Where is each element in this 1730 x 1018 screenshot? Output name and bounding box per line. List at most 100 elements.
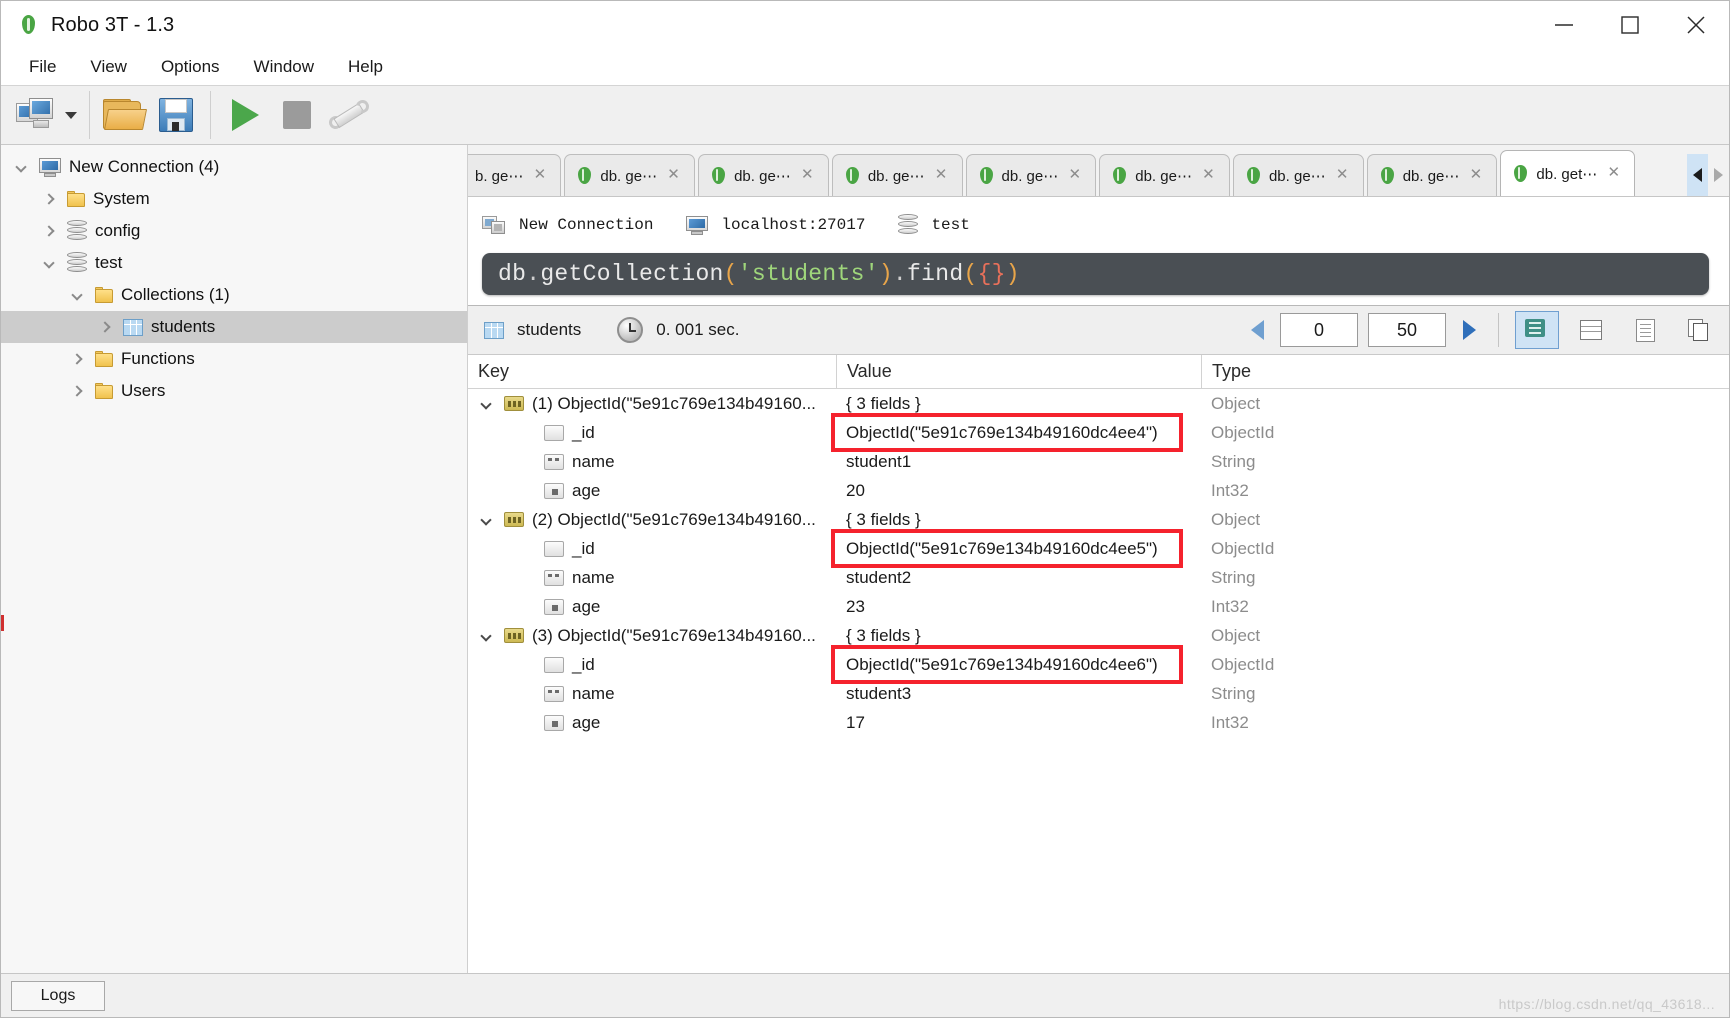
- cell-type: String: [1211, 567, 1256, 587]
- tab-active[interactable]: db. get⋯ ✕: [1500, 150, 1636, 196]
- tab-item[interactable]: db. ge⋯ ✕: [1366, 154, 1498, 196]
- host-segment[interactable]: localhost:27017: [686, 215, 865, 235]
- key-label: age: [572, 596, 601, 616]
- chevron-right-icon[interactable]: [95, 317, 115, 337]
- table-row[interactable]: name student1 String: [468, 447, 1729, 476]
- tab-item[interactable]: db. ge⋯ ✕: [1232, 154, 1364, 196]
- chevron-down-icon[interactable]: [67, 285, 87, 305]
- close-icon[interactable]: ✕: [666, 167, 681, 183]
- column-header-key[interactable]: Key: [468, 355, 836, 389]
- chevron-down-icon[interactable]: [476, 394, 496, 414]
- sidebar-item-new-connection-4[interactable]: New Connection (4): [1, 151, 467, 183]
- table-row[interactable]: age 20 Int32: [468, 476, 1729, 505]
- chevron-right-icon[interactable]: [67, 349, 87, 369]
- chevron-down-icon[interactable]: [476, 510, 496, 530]
- cell-value: { 3 fields }: [846, 625, 921, 645]
- row-spacer: [516, 539, 536, 559]
- sidebar-item-system[interactable]: System: [1, 183, 467, 215]
- copy-button[interactable]: [1677, 311, 1721, 349]
- text-view-button[interactable]: [1623, 311, 1667, 349]
- sidebar-item-users[interactable]: Users: [1, 375, 467, 407]
- connect-button[interactable]: [9, 89, 61, 141]
- mongodb-leaf-icon: [845, 167, 859, 184]
- chevron-down-icon[interactable]: [11, 157, 31, 177]
- menu-view[interactable]: View: [76, 53, 141, 81]
- logs-button[interactable]: Logs: [11, 980, 105, 1011]
- next-page-button[interactable]: [1456, 315, 1482, 345]
- cell-value: 17: [846, 712, 865, 732]
- table-row[interactable]: name student2 String: [468, 563, 1729, 592]
- close-icon[interactable]: ✕: [1606, 165, 1621, 181]
- scroll-tabs-right-icon[interactable]: [1708, 154, 1729, 196]
- prev-page-button[interactable]: [1244, 315, 1270, 345]
- chevron-down-icon[interactable]: [476, 626, 496, 646]
- sidebar-item-collections-1[interactable]: Collections (1): [1, 279, 467, 311]
- tab-item[interactable]: db. ge⋯ ✕: [698, 154, 829, 196]
- minimize-icon[interactable]: [1531, 1, 1597, 49]
- limit-input[interactable]: 50: [1368, 313, 1446, 347]
- open-script-button[interactable]: [98, 89, 150, 141]
- options-button[interactable]: [323, 89, 375, 141]
- sidebar-item-label: students: [151, 317, 216, 336]
- database-segment[interactable]: test: [898, 214, 970, 236]
- sidebar-item-config[interactable]: config: [1, 215, 467, 247]
- table-view-icon: [1580, 320, 1602, 340]
- cell-key: (2) ObjectId("5e91c769e134b49160...: [468, 510, 836, 530]
- close-icon[interactable]: [1663, 1, 1729, 49]
- column-header-type[interactable]: Type: [1201, 355, 1729, 389]
- connect-dropdown[interactable]: [61, 89, 81, 141]
- tab-item[interactable]: db. ge⋯ ✕: [1099, 154, 1230, 196]
- row-spacer: [516, 684, 536, 704]
- table-row[interactable]: age 17 Int32: [468, 708, 1729, 737]
- column-header-value[interactable]: Value: [836, 355, 1201, 389]
- menu-file[interactable]: File: [15, 53, 70, 81]
- tab-item[interactable]: db. ge⋯ ✕: [564, 154, 696, 196]
- menu-window[interactable]: Window: [240, 53, 328, 81]
- close-icon[interactable]: ✕: [800, 167, 815, 183]
- object-icon: [504, 628, 524, 643]
- menu-help[interactable]: Help: [334, 53, 397, 81]
- table-row[interactable]: _id ObjectId("5e91c769e134b49160dc4ee5") O…: [468, 534, 1729, 563]
- maximize-icon[interactable]: [1597, 1, 1663, 49]
- mongodb-leaf-icon: [979, 167, 993, 184]
- table-row[interactable]: (1) ObjectId("5e91c769e134b49160... { 3 f…: [468, 389, 1729, 418]
- query-editor[interactable]: db. getCollection('students'). find({}): [482, 253, 1709, 295]
- sidebar-item-label: Users: [121, 381, 166, 400]
- table-row[interactable]: _id ObjectId("5e91c769e134b49160dc4ee6") O…: [468, 650, 1729, 679]
- sidebar-item-test[interactable]: test: [1, 247, 467, 279]
- chevron-right-icon[interactable]: [39, 221, 59, 241]
- tree-view-button[interactable]: [1515, 311, 1559, 349]
- close-icon[interactable]: ✕: [532, 167, 547, 183]
- connection-tree: New Connection (4) System config test Collec…: [1, 151, 467, 407]
- chevron-right-icon[interactable]: [39, 189, 59, 209]
- chevron-right-icon[interactable]: [67, 381, 87, 401]
- tab-item[interactable]: db. ge⋯ ✕: [831, 154, 963, 196]
- table-view-button[interactable]: [1569, 311, 1613, 349]
- sidebar-item-students[interactable]: students: [1, 311, 467, 343]
- table-row[interactable]: name student3 String: [468, 679, 1729, 708]
- save-script-button[interactable]: [150, 89, 202, 141]
- execute-button[interactable]: [219, 89, 271, 141]
- close-icon[interactable]: ✕: [1468, 167, 1483, 183]
- close-icon[interactable]: ✕: [1201, 167, 1216, 183]
- sidebar-item-functions[interactable]: Functions: [1, 343, 467, 375]
- tab-item[interactable]: b. ge⋯ ✕: [468, 154, 562, 196]
- table-row[interactable]: _id ObjectId("5e91c769e134b49160dc4ee4") O…: [468, 418, 1729, 447]
- close-icon[interactable]: ✕: [934, 167, 949, 183]
- edge-marker: [1, 615, 4, 631]
- close-icon[interactable]: ✕: [1067, 167, 1082, 183]
- stop-button[interactable]: [271, 89, 323, 141]
- close-icon[interactable]: ✕: [1335, 167, 1350, 183]
- table-row[interactable]: (3) ObjectId("5e91c769e134b49160... { 3 f…: [468, 621, 1729, 650]
- string-field-icon: [544, 453, 564, 470]
- chevron-down-icon[interactable]: [39, 253, 59, 273]
- tab-item[interactable]: db. ge⋯ ✕: [965, 154, 1097, 196]
- skip-input[interactable]: 0: [1280, 313, 1358, 347]
- scroll-tabs-left-icon[interactable]: [1687, 154, 1708, 196]
- table-row[interactable]: age 23 Int32: [468, 592, 1729, 621]
- cell-type: Int32: [1211, 480, 1249, 500]
- connection-name-segment[interactable]: New Connection: [482, 214, 653, 236]
- table-row[interactable]: (2) ObjectId("5e91c769e134b49160... { 3 f…: [468, 505, 1729, 534]
- menu-options[interactable]: Options: [147, 53, 234, 81]
- results-header: Key Value Type: [468, 355, 1729, 389]
